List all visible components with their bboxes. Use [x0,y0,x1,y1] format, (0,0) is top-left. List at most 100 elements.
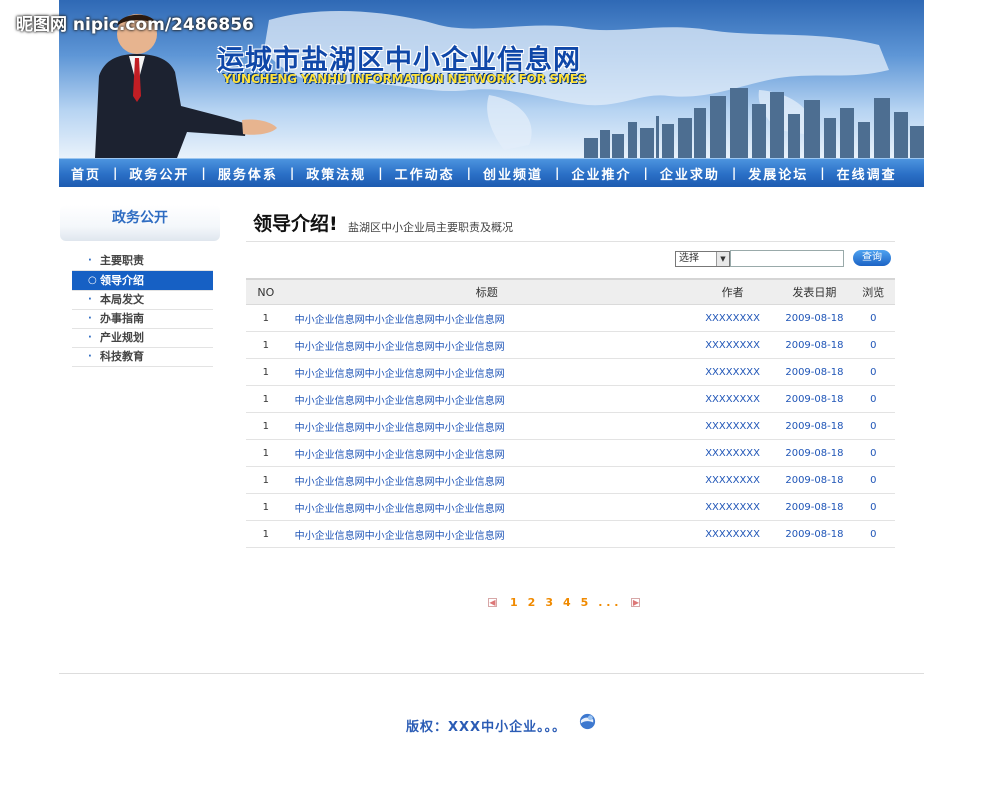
cell-title-link[interactable]: 中小企业信息网中小企业信息网中小企业信息网 [285,520,688,548]
cell-views: 0 [851,466,895,494]
cell-author-link[interactable]: XXXXXXXX [687,412,778,440]
next-arrow-icon[interactable]: ▶ [631,598,641,607]
table-row: 1 中小企业信息网中小企业信息网中小企业信息网 XXXXXXXX 2009-08-18… [246,412,895,440]
globe-icon [579,713,596,730]
nav-item[interactable]: 政务公开 [117,164,201,183]
page-title: 领导介绍! [253,213,338,235]
sidebar-menu: · 主要职责 ○ 领导介绍 · 本局发文 · 办事指南 · 产业规划 · 科技教育 [72,252,213,367]
nav-item[interactable]: 在线调查 [825,164,909,183]
cell-author-link[interactable]: XXXXXXXX [687,331,778,359]
col-header-views: 浏览 [851,278,895,305]
cell-date: 2009-08-18 [777,439,852,467]
sidebar-item[interactable]: · 主要职责 [72,252,213,271]
sidebar-item-label: 主要职责 [100,254,144,267]
table-row: 1 中小企业信息网中小企业信息网中小企业信息网 XXXXXXXX 2009-08-18… [246,439,895,467]
cell-no: 1 [246,358,286,386]
page-ellipsis: . . . [598,596,619,609]
sidebar-item-label: 办事指南 [100,312,144,325]
cell-author-link[interactable]: XXXXXXXX [687,385,778,413]
cell-no: 1 [246,520,286,548]
cell-no: 1 [246,466,286,494]
cell-title-link[interactable]: 中小企业信息网中小企业信息网中小企业信息网 [285,304,688,332]
bullet-icon: ○ [88,275,97,286]
page-link[interactable]: 3 [545,596,553,609]
nav-item[interactable]: 企业求助 [648,164,732,183]
select-value: 选择 [679,253,699,264]
nav-item[interactable]: 服务体系 [206,164,290,183]
sidebar-item[interactable]: · 本局发文 [72,291,213,310]
cell-views: 0 [851,520,895,548]
cell-views: 0 [851,331,895,359]
sidebar-item-label: 领导介绍 [100,274,144,287]
table-row: 1 中小企业信息网中小企业信息网中小企业信息网 XXXXXXXX 2009-08-18… [246,466,895,494]
cell-no: 1 [246,412,286,440]
nav-item[interactable]: 首页 [59,164,113,183]
table-header-row: NO 标题 作者 发表日期 浏览 [246,278,895,305]
cell-title-link[interactable]: 中小企业信息网中小企业信息网中小企业信息网 [285,385,688,413]
col-header-no: NO [246,278,286,305]
cell-date: 2009-08-18 [777,493,852,521]
sidebar-item[interactable]: ○ 领导介绍 [72,271,213,291]
page-subtitle: 盐湖区中小企业局主要职责及概况 [348,221,513,234]
sidebar-item-label: 本局发文 [100,293,144,306]
nav-item[interactable]: 工作动态 [383,164,467,183]
chevron-down-icon: ▼ [716,252,729,266]
cell-title-link[interactable]: 中小企业信息网中小企业信息网中小企业信息网 [285,358,688,386]
footer-divider [59,673,924,674]
cell-title-link[interactable]: 中小企业信息网中小企业信息网中小企业信息网 [285,466,688,494]
cell-title-link[interactable]: 中小企业信息网中小企业信息网中小企业信息网 [285,412,688,440]
bullet-icon: · [88,294,92,305]
bullet-icon: · [88,332,92,343]
cell-date: 2009-08-18 [777,358,852,386]
page-link[interactable]: 5 [581,596,589,609]
prev-arrow-icon[interactable]: ◀ [488,598,497,607]
cell-no: 1 [246,304,286,332]
nav-item[interactable]: 政策法规 [294,164,378,183]
cell-views: 0 [851,385,895,413]
cell-no: 1 [246,493,286,521]
cell-author-link[interactable]: XXXXXXXX [687,493,778,521]
table-row: 1 中小企业信息网中小企业信息网中小企业信息网 XXXXXXXX 2009-08-18… [246,520,895,548]
search-input[interactable] [730,250,844,267]
cell-author-link[interactable]: XXXXXXXX [687,304,778,332]
cell-author-link[interactable]: XXXXXXXX [687,466,778,494]
nav-item[interactable]: 企业推介 [559,164,643,183]
cell-views: 0 [851,439,895,467]
cell-date: 2009-08-18 [777,412,852,440]
sidebar-item[interactable]: · 科技教育 [72,348,213,367]
page-link[interactable]: 2 [528,596,536,609]
cell-title-link[interactable]: 中小企业信息网中小企业信息网中小企业信息网 [285,439,688,467]
cell-date: 2009-08-18 [777,466,852,494]
page-link[interactable]: 1 [510,596,518,609]
sidebar-item[interactable]: · 产业规划 [72,329,213,348]
cell-views: 0 [851,493,895,521]
cell-title-link[interactable]: 中小企业信息网中小企业信息网中小企业信息网 [285,331,688,359]
cell-views: 0 [851,304,895,332]
cell-author-link[interactable]: XXXXXXXX [687,358,778,386]
bullet-icon: · [88,351,92,362]
cell-author-link[interactable]: XXXXXXXX [687,439,778,467]
footer-copyright: 版权：XXX中小企业。。。 [406,720,567,735]
search-button[interactable]: 查询 [853,250,891,266]
bullet-icon: · [88,313,92,324]
cell-no: 1 [246,385,286,413]
cell-no: 1 [246,439,286,467]
sidebar-title: 政务公开 [60,205,220,241]
cell-date: 2009-08-18 [777,304,852,332]
nav-item[interactable]: 发展论坛 [736,164,820,183]
table-row: 1 中小企业信息网中小企业信息网中小企业信息网 XXXXXXXX 2009-08-18… [246,493,895,521]
cell-title-link[interactable]: 中小企业信息网中小企业信息网中小企业信息网 [285,493,688,521]
city-skyline-graphic [584,88,924,158]
table-row: 1 中小企业信息网中小企业信息网中小企业信息网 XXXXXXXX 2009-08-18… [246,385,895,413]
cell-author-link[interactable]: XXXXXXXX [687,520,778,548]
sidebar-item[interactable]: · 办事指南 [72,310,213,329]
search-category-select[interactable]: 选择 ▼ [675,251,730,267]
page-link[interactable]: 4 [563,596,571,609]
cell-date: 2009-08-18 [777,520,852,548]
nav-item[interactable]: 创业频道 [471,164,555,183]
col-header-author: 作者 [687,278,778,305]
cell-views: 0 [851,412,895,440]
col-header-title: 标题 [285,278,688,305]
pagination: ◀ 1 2 3 4 5 . . . ▶ [480,596,648,609]
table-row: 1 中小企业信息网中小企业信息网中小企业信息网 XXXXXXXX 2009-08-18… [246,358,895,386]
